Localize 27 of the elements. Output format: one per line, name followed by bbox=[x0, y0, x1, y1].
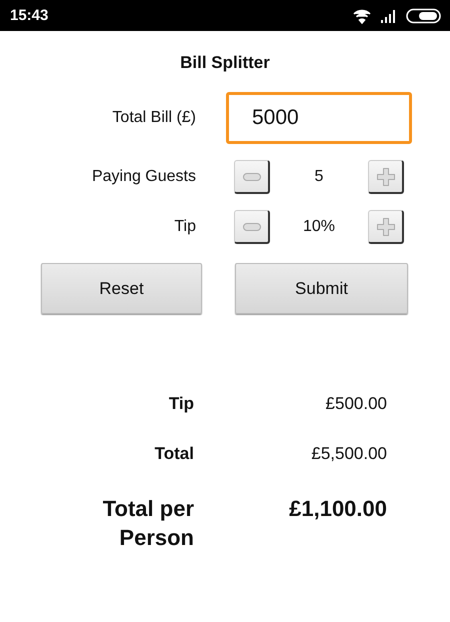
input-field[interactable]: 5000 bbox=[226, 92, 412, 144]
clock: 15:43 bbox=[10, 7, 48, 24]
plus-icon bbox=[376, 168, 394, 186]
battery-icon bbox=[406, 8, 442, 24]
result-value: £5,500.00 bbox=[310, 444, 387, 464]
field-label: Total Bill (£) bbox=[111, 109, 196, 127]
decrement-button[interactable] bbox=[234, 160, 270, 194]
result-value: £1,100.00 bbox=[288, 495, 387, 523]
result-label: Total bbox=[154, 444, 194, 464]
signal-icon bbox=[380, 8, 398, 22]
minus-icon bbox=[242, 172, 260, 180]
stepper-value: 5 bbox=[314, 168, 324, 186]
submit-button[interactable]: Submit bbox=[235, 263, 408, 314]
result-label: Tip bbox=[168, 394, 194, 414]
increment-button[interactable] bbox=[368, 160, 404, 194]
wifi-icon bbox=[352, 8, 372, 24]
result-label: Total per Person bbox=[102, 495, 194, 552]
increment-button[interactable] bbox=[368, 210, 404, 244]
minus-icon bbox=[242, 222, 260, 230]
reset-button[interactable]: Reset bbox=[41, 263, 202, 314]
result-value: £500.00 bbox=[324, 394, 387, 414]
decrement-button[interactable] bbox=[234, 210, 270, 244]
app-title: Bill Splitter bbox=[179, 53, 271, 73]
field-label: Paying Guests bbox=[90, 168, 196, 186]
stepper-value: 10% bbox=[302, 218, 336, 236]
plus-icon bbox=[376, 218, 394, 236]
field-label: Tip bbox=[173, 218, 196, 236]
